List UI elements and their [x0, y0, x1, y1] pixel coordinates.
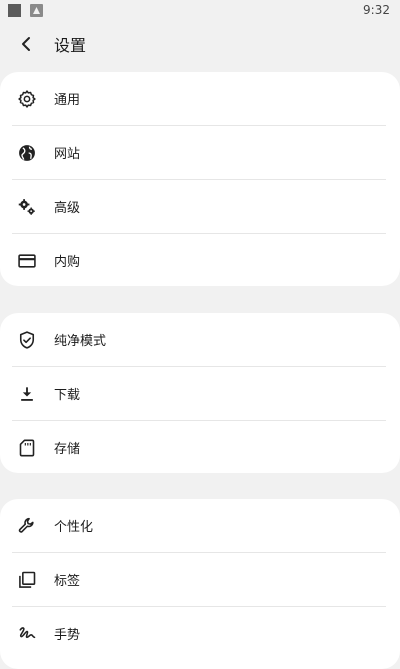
settings-item-tabs[interactable]: 标签: [0, 553, 400, 606]
back-button[interactable]: [12, 30, 40, 58]
settings-item-storage[interactable]: 存储: [0, 421, 400, 474]
page-title: 设置: [54, 36, 87, 55]
settings-item-label: 个性化: [54, 520, 94, 535]
notification-icon: [8, 4, 21, 17]
wrench-icon: [17, 516, 37, 536]
tabs-icon: [17, 570, 37, 590]
credit-card-icon: [17, 251, 37, 271]
settings-group-3: 个性化 标签 手势: [0, 499, 400, 669]
sd-card-icon: [17, 438, 37, 458]
settings-item-label: 高级: [54, 201, 81, 216]
status-time: 9:32: [363, 3, 390, 17]
settings-item-gesture[interactable]: 手势: [0, 607, 400, 660]
gears-icon: [17, 197, 37, 217]
status-bar: 9:32: [0, 0, 400, 22]
settings-item-label: 标签: [54, 574, 81, 589]
gesture-icon: [17, 624, 37, 644]
settings-item-label: 手势: [54, 628, 81, 643]
settings-item-label: 内购: [54, 255, 81, 270]
settings-item-clean-mode[interactable]: 纯净模式: [0, 313, 400, 366]
settings-item-label: 网站: [54, 147, 81, 162]
gear-icon: [17, 89, 37, 109]
settings-item-label: 下载: [54, 388, 81, 403]
settings-item-label: 存储: [54, 442, 81, 457]
settings-item-personalize[interactable]: 个性化: [0, 499, 400, 552]
settings-group-2: 纯净模式 下载 存储: [0, 313, 400, 473]
settings-item-purchase[interactable]: 内购: [0, 234, 400, 287]
settings-item-general[interactable]: 通用: [0, 72, 400, 125]
settings-item-download[interactable]: 下载: [0, 367, 400, 420]
app-notification-icon: [30, 4, 43, 17]
shield-check-icon: [17, 330, 37, 350]
settings-item-label: 通用: [54, 93, 81, 108]
arrow-back-icon: [22, 37, 30, 51]
settings-item-advanced[interactable]: 高级: [0, 180, 400, 233]
download-icon: [17, 384, 37, 404]
settings-item-label: 纯净模式: [54, 334, 107, 349]
settings-group-1: 通用 网站 高级 内购: [0, 72, 400, 286]
settings-item-website[interactable]: 网站: [0, 126, 400, 179]
globe-icon: [17, 143, 37, 163]
app-bar: 设置: [0, 22, 400, 66]
